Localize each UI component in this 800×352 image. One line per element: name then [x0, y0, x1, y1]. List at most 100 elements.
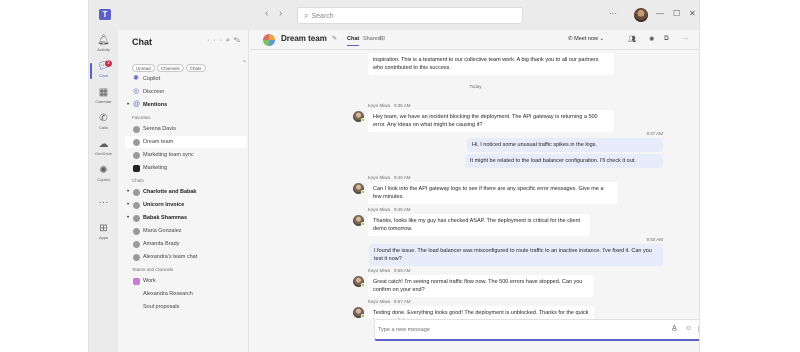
chat-filters: Unread Channels Chats	[132, 57, 208, 72]
chat-list-item[interactable]: Dream team	[125, 136, 247, 148]
chat-list-item-label: Unicorn Invoice	[143, 202, 185, 208]
video-call-icon: ✆	[568, 36, 573, 42]
chat-list-item[interactable]: ◎ Discover	[125, 86, 247, 98]
chat-list-item[interactable]: Alexandra's team chat	[125, 251, 247, 263]
message-bubble[interactable]: Great catch! I'm seeing normal traffic f…	[368, 275, 594, 297]
chat-list-item-label: Marketing	[143, 165, 168, 171]
filter-channels[interactable]: Channels	[156, 64, 184, 72]
message-input[interactable]	[378, 325, 628, 335]
format-icon[interactable]: A̲	[672, 325, 677, 332]
rail-copilot[interactable]: ✺ Copilot	[89, 164, 118, 188]
message-meta: Kayo Miwa 9:40 AM	[368, 175, 411, 180]
rail-label: Apps	[98, 235, 109, 240]
unread-dot: •	[127, 215, 130, 221]
chat-list-title: Chat	[132, 37, 152, 47]
phone-icon: ✆	[99, 113, 108, 124]
app-rail: 🔔︎ Activity 💬︎ Chat 2 ▦ Calendar ✆ Calls ☁ OneDriv…	[89, 30, 118, 352]
chat-list-item[interactable]: Serena Davis	[125, 123, 247, 135]
message-meta: Kayo Miwa 9:55 AM	[368, 268, 411, 273]
copilot-icon[interactable]: ✺	[649, 35, 654, 43]
chat-list-item[interactable]: Marketing	[125, 162, 247, 174]
rail-label: Copilot	[97, 177, 110, 182]
chat-list-item[interactable]: • @ Mentions	[125, 99, 247, 111]
message-bubble[interactable]: inspiration. This is a testament to our …	[368, 53, 614, 75]
new-chat-icon[interactable]: ✎	[234, 37, 244, 44]
chat-list-item-label: Charlotte and Babak	[143, 189, 197, 195]
edit-name-icon[interactable]: ✎	[332, 35, 337, 42]
rail-calendar[interactable]: ▦ Calendar	[89, 86, 118, 110]
message-bubble-own[interactable]: I found the issue. The load balancer was…	[369, 244, 663, 266]
search-input[interactable]: ⌕ Search	[297, 7, 523, 24]
rail-label: Activity	[97, 47, 110, 52]
meet-now-label: Meet now	[574, 36, 598, 42]
avatar	[133, 126, 140, 133]
copilot-icon: ✺	[133, 75, 139, 82]
rail-bell[interactable]: 🔔︎ Activity	[89, 34, 118, 58]
share-screen-icon[interactable]: ⧉	[664, 35, 669, 43]
maximize-button[interactable]: ☐	[673, 9, 680, 18]
tab-chat[interactable]: Chat	[347, 36, 360, 46]
message-bubble[interactable]: Hey team, we have an incident blocking t…	[368, 110, 614, 132]
rail-phone[interactable]: ✆ Calls	[89, 112, 118, 136]
timestamp: 9:37 AM	[646, 131, 663, 136]
rail-chat[interactable]: 💬︎ Chat 2	[89, 60, 118, 84]
chat-list-item[interactable]: Work	[125, 275, 247, 287]
message-bubble-own[interactable]: It might be related to the load balancer…	[465, 154, 663, 168]
rail-apps[interactable]: ⊞ Apps	[89, 222, 118, 246]
people-icon[interactable]: 👥︎	[628, 35, 636, 43]
avatar	[133, 241, 140, 248]
compose-box: A̲ ☺ ▣ ⟳ + ➤	[374, 319, 699, 341]
chat-list-item[interactable]: • Charlotte and Babak	[125, 186, 247, 198]
filter-unread[interactable]: Unread	[132, 64, 155, 72]
timestamp: 9:45 AM	[394, 207, 411, 212]
more-options-icon[interactable]: ···	[682, 35, 689, 42]
avatar	[133, 254, 140, 261]
chat-list-item[interactable]: Marketing team sync	[125, 149, 247, 161]
meet-now-button[interactable]: ✆ Meet now ⌄	[568, 34, 604, 45]
chat-list-item[interactable]: Maria Gonzalez	[125, 225, 247, 237]
teams-logo-icon: T	[99, 9, 111, 20]
rail-more[interactable]: ···	[89, 196, 118, 220]
back-arrow-icon[interactable]: ‹	[265, 8, 268, 19]
bell-icon: 🔔︎	[97, 35, 110, 46]
close-button[interactable]: ✕	[689, 9, 696, 18]
message-bubble[interactable]: Testing done. Everything looks good! The…	[368, 306, 594, 319]
tab-shared[interactable]: Shared	[363, 36, 381, 42]
filter-chats[interactable]: Chats	[185, 64, 206, 72]
rail-cloud[interactable]: ☁ OneDrive	[89, 138, 118, 162]
message-bubble[interactable]: Can I look into the API gateway logs to …	[368, 182, 618, 204]
message-bubble[interactable]: Thanks, looks like my guy has checked AS…	[368, 214, 590, 236]
minimize-button[interactable]: —	[656, 9, 664, 18]
chevron-down-icon[interactable]: ⌄	[242, 57, 247, 64]
avatar	[133, 152, 140, 159]
chat-list-item-label: Alexandra Research	[143, 291, 193, 297]
more-options-icon[interactable]: ···	[609, 9, 617, 18]
discover-icon: ◎	[133, 88, 140, 95]
chat-list-item[interactable]: ✺ Copilot	[125, 73, 247, 85]
section-chats: Chats	[132, 178, 144, 183]
apps-icon: ⊞	[99, 223, 108, 234]
at-icon: @	[133, 101, 141, 108]
team-avatar	[263, 34, 275, 46]
message-meta: Kayo Miwa 9:57 AM	[368, 299, 411, 304]
gif-icon[interactable]: ▣	[698, 325, 699, 333]
chat-list-item[interactable]: Soul proposals	[125, 301, 247, 313]
message-meta: Kayo Miwa 9:35 AM	[368, 103, 411, 108]
chat-list-item[interactable]: • Unicorn Invoice	[125, 199, 247, 211]
forward-arrow-icon[interactable]: ›	[279, 8, 282, 19]
message-bubble-own[interactable]: Hi, I noticed some unusual traffic spike…	[467, 138, 663, 152]
timestamp: 9:55 AM	[394, 268, 411, 273]
chat-list-item[interactable]: Amanda Brady	[125, 238, 247, 250]
chat-list-item[interactable]: • Babak Shammas	[125, 212, 247, 224]
chat-list-item[interactable]: Alexandra Research	[125, 288, 247, 300]
cloud-icon: ☁	[98, 139, 109, 150]
chat-list-search-icon[interactable]: ⌕	[226, 37, 234, 44]
chat-list-more-icon[interactable]: ···	[207, 37, 226, 44]
group-icon	[133, 278, 140, 285]
chat-list-item-label: Marketing team sync	[143, 152, 194, 158]
emoji-icon[interactable]: ☺	[685, 325, 692, 332]
sender-name: Kayo Miwa	[368, 268, 391, 273]
section-favorites: Favorites	[132, 115, 151, 120]
add-tab-icon[interactable]: ⊞	[380, 35, 385, 42]
profile-avatar[interactable]	[634, 8, 648, 22]
